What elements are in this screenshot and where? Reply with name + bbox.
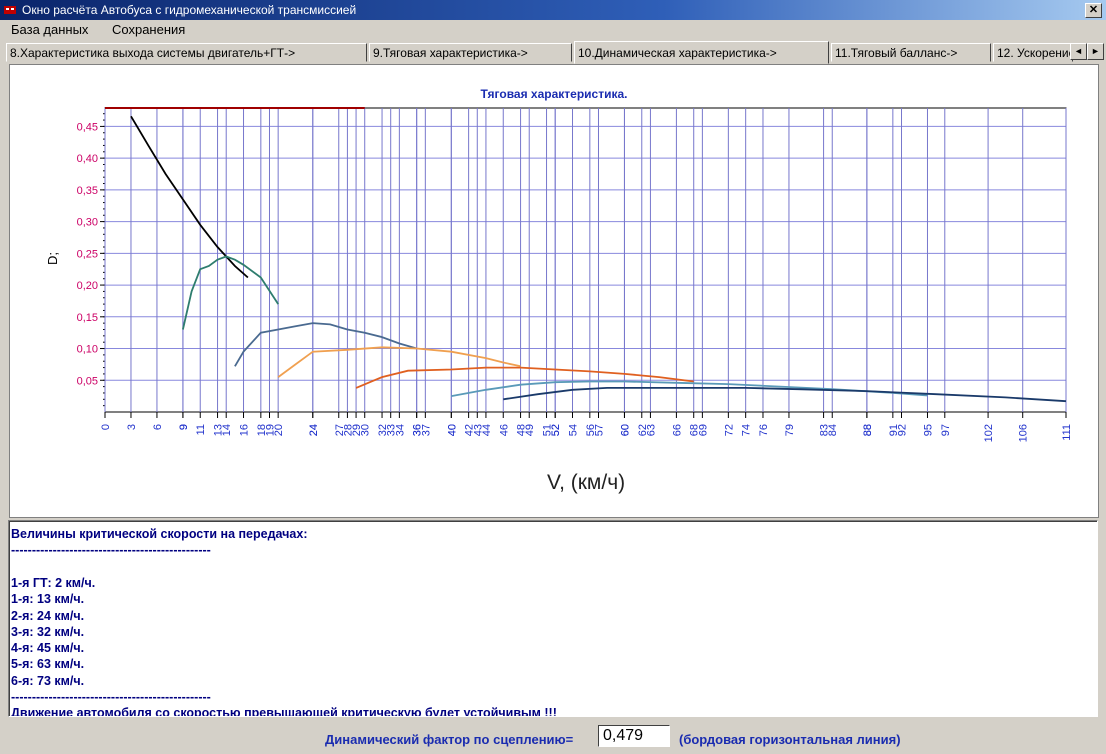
window-title: Окно расчёта Автобуса с гидромеханическо… — [22, 3, 357, 17]
x-tick-label: 76 — [758, 424, 770, 436]
x-tick-label: 84 — [827, 424, 839, 436]
output-line: 3-я: 32 км/ч. — [11, 624, 85, 639]
tab-traction-balance[interactable]: 11.Тяговый балланс-> — [831, 43, 991, 62]
scroll-right-icon[interactable]: ► — [1087, 43, 1104, 60]
y-tick-label: 0,25 — [77, 248, 98, 260]
output-line: 1-я: 13 км/ч. — [11, 592, 85, 607]
adhesion-factor-input[interactable] — [598, 725, 670, 747]
x-tick-label: 95 — [922, 424, 934, 436]
y-axis-label: D; — [45, 252, 60, 265]
tab-dynamic-characteristic[interactable]: 10.Динамическая характеристика-> — [574, 41, 829, 64]
tab-acceleration[interactable]: 12. Ускорение — [993, 43, 1073, 62]
x-tick-label: 14 — [221, 424, 233, 436]
adhesion-factor-label: Динамический фактор по сцеплению= — [325, 732, 574, 747]
output-line: 5-я: 63 км/ч. — [11, 657, 85, 672]
x-tick-label: 79 — [784, 424, 796, 436]
title-bar: Окно расчёта Автобуса с гидромеханическо… — [0, 0, 1106, 20]
x-tick-label: 66 — [671, 424, 683, 436]
x-tick-label: 92 — [897, 424, 909, 436]
menu-database[interactable]: База данных — [11, 22, 88, 38]
x-tick-label: 20 — [273, 424, 285, 436]
menu-saves[interactable]: Сохранения — [112, 22, 185, 38]
x-tick-label: 11 — [195, 424, 207, 435]
y-tick-label: 0,05 — [77, 375, 98, 387]
x-tick-label: 54 — [568, 424, 580, 436]
x-tick-label: 37 — [420, 424, 432, 436]
output-line: ----------------------------------------… — [11, 543, 211, 558]
y-tick-label: 0,45 — [77, 121, 98, 133]
x-tick-label: 69 — [697, 424, 709, 436]
x-tick-label: 49 — [524, 424, 536, 436]
x-tick-label: 30 — [360, 424, 372, 436]
adhesion-factor-note: (бордовая горизонтальная линия) — [679, 732, 901, 747]
y-tick-label: 0,20 — [77, 280, 98, 292]
output-line: 1-я ГТ: 2 км/ч. — [11, 575, 96, 590]
x-tick-label: 9 — [178, 424, 190, 430]
output-line: 6-я: 73 км/ч. — [11, 673, 85, 688]
y-tick-label: 0,15 — [77, 312, 98, 324]
scroll-left-icon[interactable]: ◄ — [1070, 43, 1087, 60]
x-tick-label: 106 — [1018, 424, 1030, 442]
tab-scroll: ◄ ► — [1070, 43, 1104, 60]
x-tick-label: 16 — [239, 424, 251, 436]
tab-bar: 8.Характеристика выхода системы двигател… — [6, 41, 1094, 64]
x-tick-label: 63 — [645, 424, 657, 436]
x-tick-label: 57 — [593, 424, 605, 436]
results-text-area[interactable]: Величины критической скорости на передач… — [8, 520, 1098, 717]
x-tick-label: 0 — [100, 424, 112, 430]
x-tick-label: 6 — [152, 424, 164, 430]
x-tick-label: 46 — [498, 424, 510, 436]
x-tick-label: 24 — [308, 424, 320, 436]
x-tick-label: 34 — [394, 424, 406, 436]
x-tick-label: 97 — [940, 424, 952, 436]
x-tick-label: 102 — [983, 424, 995, 442]
output-line: 4-я: 45 км/ч. — [11, 641, 85, 656]
output-line: ----------------------------------------… — [11, 690, 211, 704]
x-tick-label: 88 — [862, 424, 874, 436]
close-button[interactable]: ✕ — [1085, 3, 1102, 18]
menu-bar: База данных Сохранения — [0, 20, 1106, 40]
y-tick-label: 0,30 — [77, 217, 98, 229]
y-tick-label: 0,40 — [77, 153, 98, 165]
tab-engine-output[interactable]: 8.Характеристика выхода системы двигател… — [6, 43, 367, 62]
y-tick-label: 0,10 — [77, 344, 98, 356]
x-tick-label: 44 — [481, 424, 493, 436]
dynamic-chart: 0,050,100,150,200,250,300,350,400,450 3 6 9… — [77, 107, 1073, 442]
x-tick-label: 74 — [741, 424, 753, 436]
y-tick-label: 0,35 — [77, 185, 98, 197]
x-tick-label: 52 — [550, 424, 562, 436]
chart-panel: 0,05 0,10 0,15 0,20 0,25 0,30 0,35 0,40 0,45 0 3 6 9… — [9, 64, 1099, 518]
output-line: Движение автомобиля со скоростью превыша… — [11, 706, 557, 717]
x-tick-label: 3 — [126, 424, 138, 430]
output-line: Величины критической скорости на передач… — [11, 527, 308, 541]
x-tick-label: 72 — [723, 424, 735, 436]
x-tick-label: 60 — [619, 424, 631, 436]
output-line: 2-я: 24 км/ч. — [11, 608, 85, 623]
x-axis-label: V, (км/ч) — [547, 471, 626, 494]
x-tick-label: 111 — [1061, 424, 1073, 441]
x-tick-label: 40 — [446, 424, 458, 436]
app-icon — [4, 6, 16, 14]
plot-area — [104, 107, 1067, 413]
chart-title: Тяговая характеристика. — [480, 87, 628, 101]
tab-traction-characteristic[interactable]: 9.Тяговая характеристика-> — [369, 43, 572, 62]
